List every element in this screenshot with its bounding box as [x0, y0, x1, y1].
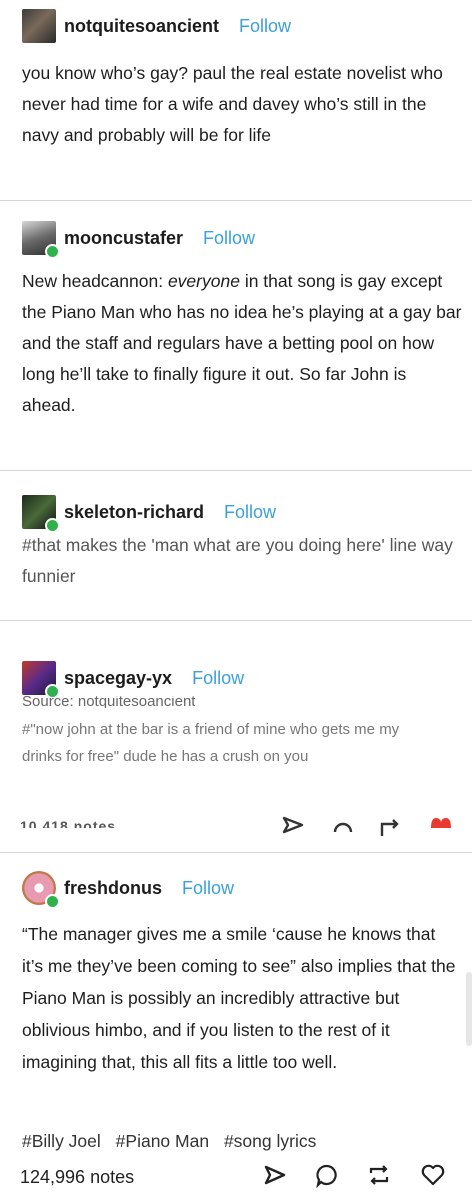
reblog-badge-icon — [45, 244, 60, 259]
space-avatar-icon[interactable] — [22, 661, 60, 699]
username[interactable]: skeleton-richard — [64, 502, 204, 523]
heart-icon[interactable] — [428, 810, 454, 836]
share-icon[interactable] — [262, 1162, 288, 1188]
tag[interactable]: #Piano Man — [116, 1131, 209, 1151]
post-notquitesoancient: notquitesoancient Follow you know who’s … — [0, 0, 472, 200]
text-segment: in that song is gay except the Piano Man… — [22, 271, 462, 415]
tag-list: #Billy Joel #Piano Man #song lyrics — [22, 1131, 326, 1152]
reply-icon[interactable] — [314, 1162, 340, 1188]
scrollbar[interactable] — [466, 972, 472, 1046]
tag[interactable]: #Billy Joel — [22, 1131, 101, 1151]
username[interactable]: freshdonus — [64, 878, 162, 899]
post-header: freshdonus Follow — [22, 870, 234, 909]
post-freshdonus: freshdonus Follow “The manager gives me … — [0, 852, 472, 1200]
post-mooncustafer: mooncustafer Follow New headcannon: ever… — [0, 200, 472, 470]
text-emphasis: everyone — [167, 271, 240, 291]
post-text: #that makes the 'man what are you doing … — [22, 535, 453, 586]
post-text: New headcannon: everyone in that song is… — [22, 266, 462, 421]
reply-icon[interactable] — [330, 812, 356, 838]
heart-icon[interactable] — [420, 1162, 446, 1188]
tag[interactable]: #song lyrics — [224, 1131, 316, 1151]
follow-button[interactable]: Follow — [192, 668, 244, 689]
username[interactable]: spacegay-yx — [64, 668, 172, 689]
follow-button[interactable]: Follow — [182, 878, 234, 899]
source-line[interactable]: Source: notquitesoancient — [22, 696, 195, 708]
post-tag-text: #"now john at the bar is a friend of min… — [22, 721, 400, 765]
post-text: you know who’s gay? paul the real estate… — [22, 63, 443, 145]
skeleton-avatar-icon[interactable] — [22, 495, 60, 533]
reblog-icon[interactable] — [366, 1162, 392, 1188]
follow-button[interactable]: Follow — [203, 228, 255, 249]
post-header: mooncustafer Follow — [22, 220, 255, 259]
post-spacegay-yx: spacegay-yx Follow Source: notquitesoanc… — [0, 620, 472, 850]
donut-avatar-icon[interactable] — [22, 871, 60, 909]
person-photo-icon[interactable] — [22, 9, 56, 43]
username[interactable]: mooncustafer — [64, 228, 183, 249]
notes-count[interactable]: 124,996 notes — [20, 1167, 134, 1188]
notes-count[interactable]: 10,418 notes — [20, 816, 116, 828]
reblog-icon[interactable] — [378, 812, 404, 838]
person-photo-icon[interactable] — [22, 221, 60, 259]
post-header: skeleton-richard Follow — [22, 494, 276, 533]
post-header: spacegay-yx Follow — [22, 660, 244, 699]
post-header: notquitesoancient Follow — [22, 8, 291, 44]
reblog-badge-icon — [45, 894, 60, 909]
share-icon[interactable] — [280, 812, 306, 838]
text-segment: New headcannon: — [22, 271, 168, 291]
username[interactable]: notquitesoancient — [64, 16, 219, 37]
follow-button[interactable]: Follow — [239, 16, 291, 37]
post-skeleton-richard: skeleton-richard Follow #that makes the … — [0, 470, 472, 620]
post-text: “The manager gives me a smile ‘cause he … — [22, 924, 456, 1072]
follow-button[interactable]: Follow — [224, 502, 276, 523]
